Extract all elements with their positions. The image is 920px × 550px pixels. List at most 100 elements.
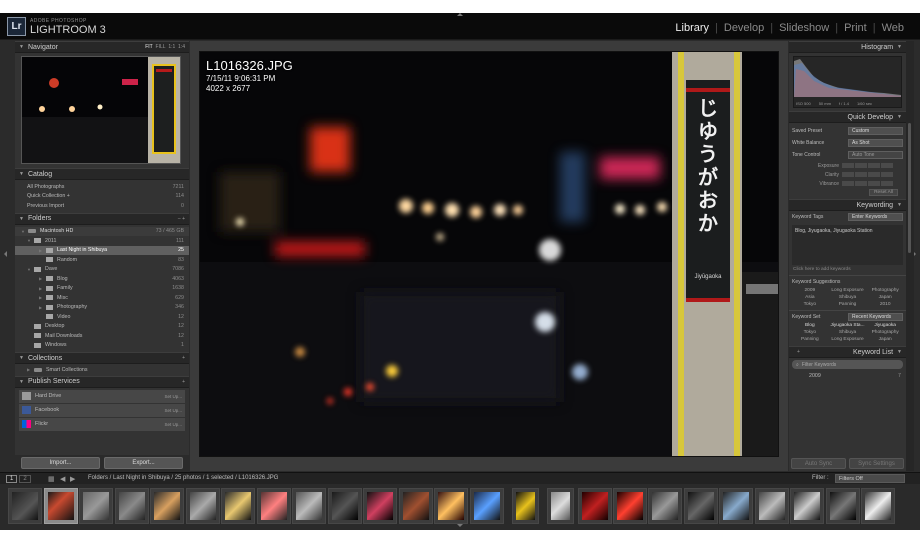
filmstrip-thumbnail[interactable] <box>257 488 291 524</box>
suggestion-chip[interactable]: Japan <box>866 294 904 301</box>
publish-hard-drive[interactable]: Hard Drive Set Up... <box>19 389 185 403</box>
disclosure-icon[interactable]: ▶ <box>27 367 31 372</box>
main-photo[interactable]: L1016326.JPG 7/15/11 9:06:31 PM 4022 x 2… <box>200 52 778 456</box>
keyword-set-chip[interactable]: Blog <box>791 322 829 329</box>
filmstrip-thumbnail[interactable] <box>363 488 397 524</box>
suggestion-chip[interactable]: Tokyo <box>791 301 829 308</box>
filmstrip-source-path[interactable]: Folders / Last Night in Shibuya / 25 pho… <box>88 475 278 481</box>
module-slideshow[interactable]: Slideshow <box>773 22 835 34</box>
filmstrip-thumbnail[interactable] <box>512 488 539 524</box>
suggestion-chip[interactable]: Panning <box>829 301 867 308</box>
left-panel-toggle-icon[interactable] <box>1 251 7 257</box>
add-service-icon[interactable]: + <box>182 379 185 385</box>
disclosure-icon[interactable]: ▶ <box>39 286 43 291</box>
keywording-header[interactable]: Keywording ▼ <box>789 199 906 211</box>
publish-flickr[interactable]: Flickr Set Up... <box>19 417 185 431</box>
folder-item[interactable]: ▶ Blog 4063 <box>15 274 189 284</box>
folder-item[interactable]: ▶ Photography 346 <box>15 303 189 313</box>
disclosure-icon[interactable]: ▶ <box>39 276 43 281</box>
catalog-item-quick-collection[interactable]: Quick Collection +114 <box>15 192 189 202</box>
filmstrip-thumbnail[interactable] <box>684 488 718 524</box>
setup-link[interactable]: Set Up... <box>164 422 182 427</box>
filmstrip-thumbnail[interactable] <box>547 488 574 524</box>
filmstrip-thumbnail[interactable] <box>186 488 220 524</box>
folder-item[interactable]: Windows 1 <box>15 341 189 351</box>
keyword-list-header[interactable]: + Keyword List ▼ <box>789 346 906 358</box>
filmstrip-thumbnail[interactable] <box>578 488 612 524</box>
forward-arrow-icon[interactable]: ▶ <box>70 475 75 483</box>
folder-item[interactable]: ▶ Family 1638 <box>15 284 189 294</box>
filter-select[interactable]: Filters Off <box>835 474 905 483</box>
auto-sync-button[interactable]: Auto Sync <box>791 458 846 469</box>
filmstrip-thumbnail[interactable] <box>79 488 113 524</box>
disclosure-icon[interactable]: ▶ <box>39 305 43 310</box>
volume-macintosh-hd[interactable]: ▼ Macintosh HD 73 / 465 GB <box>15 226 189 236</box>
filmstrip-thumbnail[interactable] <box>861 488 895 524</box>
page-button[interactable]: 2 <box>19 475 31 483</box>
module-print[interactable]: Print <box>838 22 873 34</box>
filmstrip-thumbnail[interactable] <box>115 488 149 524</box>
keyword-list-item[interactable]: 2009 7 <box>789 371 906 381</box>
suggestion-chip[interactable]: 2009 <box>791 287 829 294</box>
suggestion-chip[interactable]: Shibuya <box>829 294 867 301</box>
keyword-set-chip[interactable]: Japan <box>866 336 904 343</box>
filmstrip-thumbnail[interactable] <box>719 488 753 524</box>
filmstrip-thumbnail[interactable] <box>826 488 860 524</box>
filmstrip-thumbnail[interactable] <box>790 488 824 524</box>
keyword-set-select[interactable]: Recent Keywords <box>848 312 903 321</box>
suggestion-chip[interactable]: Photography <box>866 287 904 294</box>
keyword-set-chip[interactable]: Photography <box>866 329 904 336</box>
folder-item[interactable]: ▼ Dave 7086 <box>15 265 189 275</box>
folder-item-selected[interactable]: ▶ Last Night in Shibuya 25 <box>15 245 189 255</box>
auto-tone-button[interactable]: Auto Tone <box>848 151 903 159</box>
page-button[interactable]: 1 <box>6 475 18 483</box>
add-keyword-icon[interactable]: + <box>797 349 800 355</box>
filmstrip-thumbnail[interactable] <box>613 488 647 524</box>
filmstrip-thumbnail[interactable] <box>755 488 789 524</box>
filmstrip-thumbnail[interactable] <box>648 488 682 524</box>
folder-item[interactable]: Random 83 <box>15 255 189 265</box>
add-keywords-hint[interactable]: Click here to add keywords <box>789 267 906 275</box>
folders-header[interactable]: ▼ Folders – + <box>15 212 189 225</box>
filmstrip-thumbnail[interactable] <box>399 488 433 524</box>
add-collection-icon[interactable]: + <box>182 355 185 361</box>
zoom-options[interactable]: FIT FILL 1:1 1:4 <box>145 44 185 50</box>
disclosure-icon[interactable]: ▼ <box>27 267 31 272</box>
folder-item[interactable]: ▼ 2011 111 <box>15 236 189 246</box>
folder-item[interactable]: Mail Downloads 12 <box>15 331 189 341</box>
catalog-item-previous-import[interactable]: Previous Import 0 <box>15 201 189 211</box>
disclosure-icon[interactable]: ▶ <box>39 295 43 300</box>
disclosure-icon[interactable]: ▶ <box>39 248 43 253</box>
filmstrip-thumbnail-selected[interactable] <box>44 488 78 524</box>
keyword-tags-select[interactable]: Enter Keywords <box>848 213 903 221</box>
top-panel-toggle-icon[interactable] <box>457 13 463 16</box>
import-button[interactable]: Import... <box>21 457 100 469</box>
folder-item[interactable]: Video 12 <box>15 312 189 322</box>
publish-facebook[interactable]: Facebook Set Up... <box>19 403 185 417</box>
saved-preset-select[interactable]: Custom <box>848 127 903 135</box>
keyword-set-chip[interactable]: Jiyugaoka <box>866 322 904 329</box>
right-panel-scrollbar[interactable] <box>906 41 914 471</box>
filmstrip-thumbnail[interactable] <box>292 488 326 524</box>
filmstrip-thumbnail[interactable] <box>434 488 468 524</box>
suggestion-chip[interactable]: Long Exposure <box>829 287 867 294</box>
suggestion-chip[interactable]: Asia <box>791 294 829 301</box>
collections-header[interactable]: ▼ Collections + <box>15 352 189 364</box>
filmstrip-thumbnail[interactable] <box>470 488 504 524</box>
keyword-set-chip[interactable]: Panning <box>791 336 829 343</box>
filmstrip-thumbnail[interactable] <box>8 488 42 524</box>
publish-services-header[interactable]: ▼ Publish Services + <box>15 375 189 388</box>
scroll-thumb[interactable] <box>908 123 911 253</box>
module-web[interactable]: Web <box>876 22 910 34</box>
catalog-header[interactable]: ▼ Catalog <box>15 168 189 180</box>
navigator-preview[interactable] <box>21 56 181 164</box>
keyword-set-chip[interactable]: Jiyugaoka Sta... <box>829 322 867 329</box>
sync-settings-button[interactable]: Sync Settings <box>849 458 904 469</box>
navigator-header[interactable]: ▼ Navigator FIT FILL 1:1 1:4 <box>15 41 189 53</box>
disclosure-icon[interactable]: ▼ <box>27 238 31 243</box>
grid-view-icon[interactable]: ▦ <box>48 475 55 483</box>
setup-link[interactable]: Set Up... <box>164 408 182 413</box>
filmstrip-thumbnail[interactable] <box>221 488 255 524</box>
folder-item[interactable]: ▶ Misc 629 <box>15 293 189 303</box>
suggestion-chip[interactable]: 2010 <box>866 301 904 308</box>
